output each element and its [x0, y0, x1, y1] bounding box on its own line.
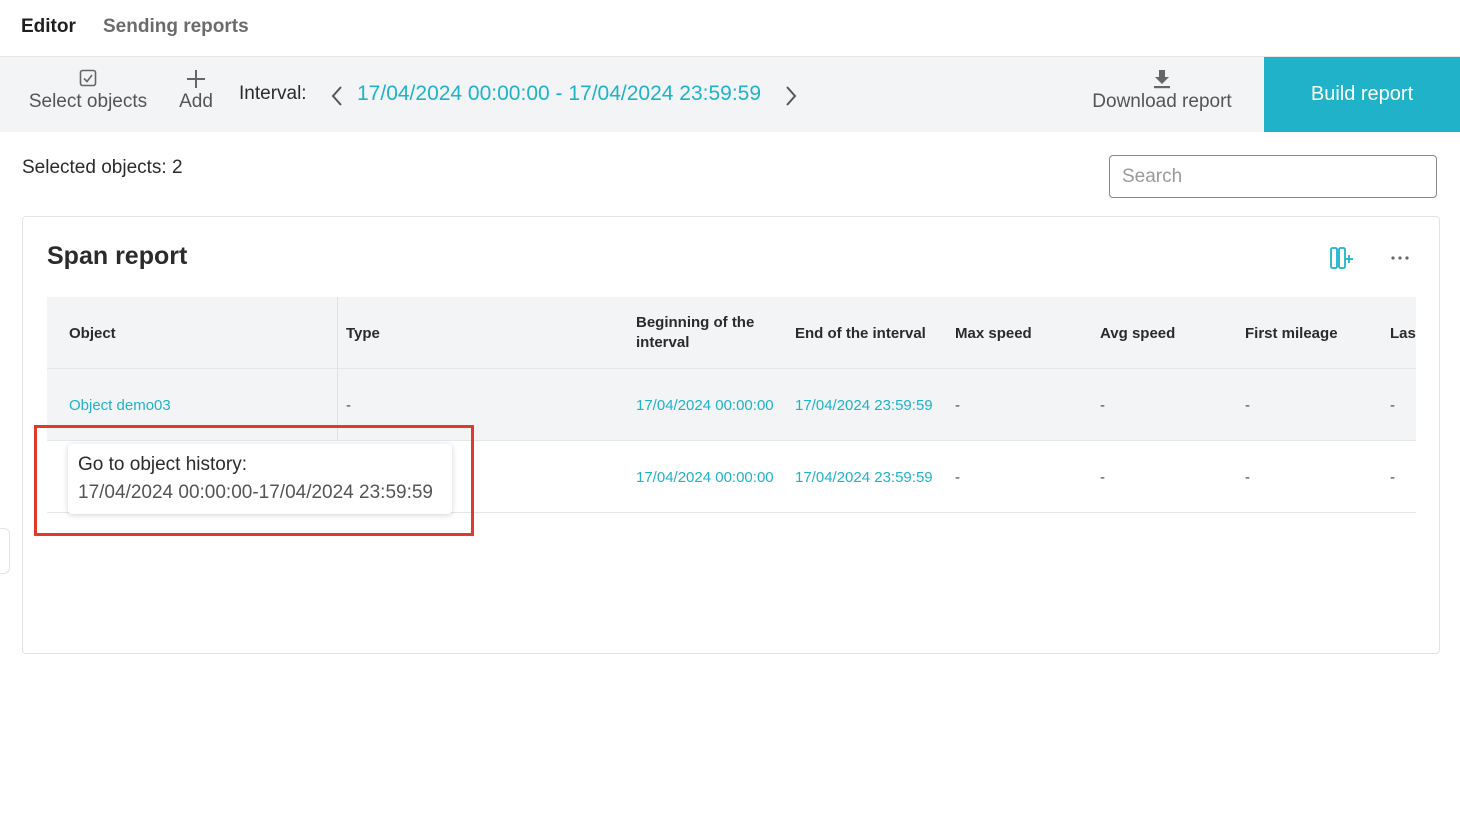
column-header-last[interactable]: Last	[1390, 297, 1416, 369]
column-header-object[interactable]: Object	[69, 297, 116, 369]
last-mileage-cell: -	[1390, 396, 1395, 414]
column-header-max-speed[interactable]: Max speed	[955, 297, 1032, 369]
max-speed-cell: -	[955, 468, 960, 486]
column-header-beginning[interactable]: Beginning of the interval	[636, 297, 776, 369]
top-tabs: Editor Sending reports	[0, 0, 1460, 57]
download-icon	[1080, 57, 1244, 89]
column-header-type[interactable]: Type	[346, 297, 380, 369]
tab-sending-reports[interactable]: Sending reports	[103, 16, 249, 38]
tab-editor[interactable]: Editor	[21, 16, 76, 38]
columns-add-icon[interactable]	[1329, 245, 1355, 271]
selected-objects-count: Selected objects: 2	[22, 157, 183, 178]
interval-label: Interval:	[239, 83, 307, 104]
last-mileage-cell: -	[1390, 468, 1395, 486]
download-report-button[interactable]: Download report	[1080, 57, 1244, 132]
search-input[interactable]	[1109, 155, 1437, 198]
avg-speed-cell: -	[1100, 396, 1105, 414]
avg-speed-cell: -	[1100, 468, 1105, 486]
report-title: Span report	[47, 242, 188, 270]
add-button[interactable]: Add	[170, 57, 222, 132]
select-objects-button[interactable]: Select objects	[22, 57, 154, 132]
column-header-end[interactable]: End of the interval	[795, 297, 926, 369]
interval-value[interactable]: 17/04/2024 00:00:00 - 17/04/2024 23:59:5…	[357, 82, 761, 106]
column-header-avg-speed[interactable]: Avg speed	[1100, 297, 1175, 369]
highlight-box	[34, 425, 474, 536]
column-header-first-mileage[interactable]: First mileage	[1245, 297, 1338, 369]
end-link[interactable]: 17/04/2024 23:59:59	[795, 441, 933, 513]
select-objects-label: Select objects	[28, 91, 148, 112]
checkbox-icon	[22, 57, 154, 87]
first-mileage-cell: -	[1245, 396, 1250, 414]
build-report-button[interactable]: Build report	[1264, 57, 1460, 132]
chevron-right-icon[interactable]	[781, 84, 801, 108]
first-mileage-cell: -	[1245, 468, 1250, 486]
download-report-label: Download report	[1092, 91, 1232, 112]
beginning-link[interactable]: 17/04/2024 00:00:00	[636, 369, 774, 441]
beginning-link[interactable]: 17/04/2024 00:00:00	[636, 441, 774, 513]
plus-icon	[170, 57, 222, 88]
add-label: Add	[179, 91, 213, 112]
max-speed-cell: -	[955, 396, 960, 414]
column-divider[interactable]	[337, 297, 338, 441]
sidebar-toggle-handle[interactable]	[0, 528, 10, 574]
table-header: Object Type Beginning of the interval En…	[47, 297, 1416, 369]
more-options-icon[interactable]	[1389, 245, 1411, 271]
chevron-left-icon[interactable]	[328, 84, 348, 108]
end-link[interactable]: 17/04/2024 23:59:59	[795, 369, 933, 441]
